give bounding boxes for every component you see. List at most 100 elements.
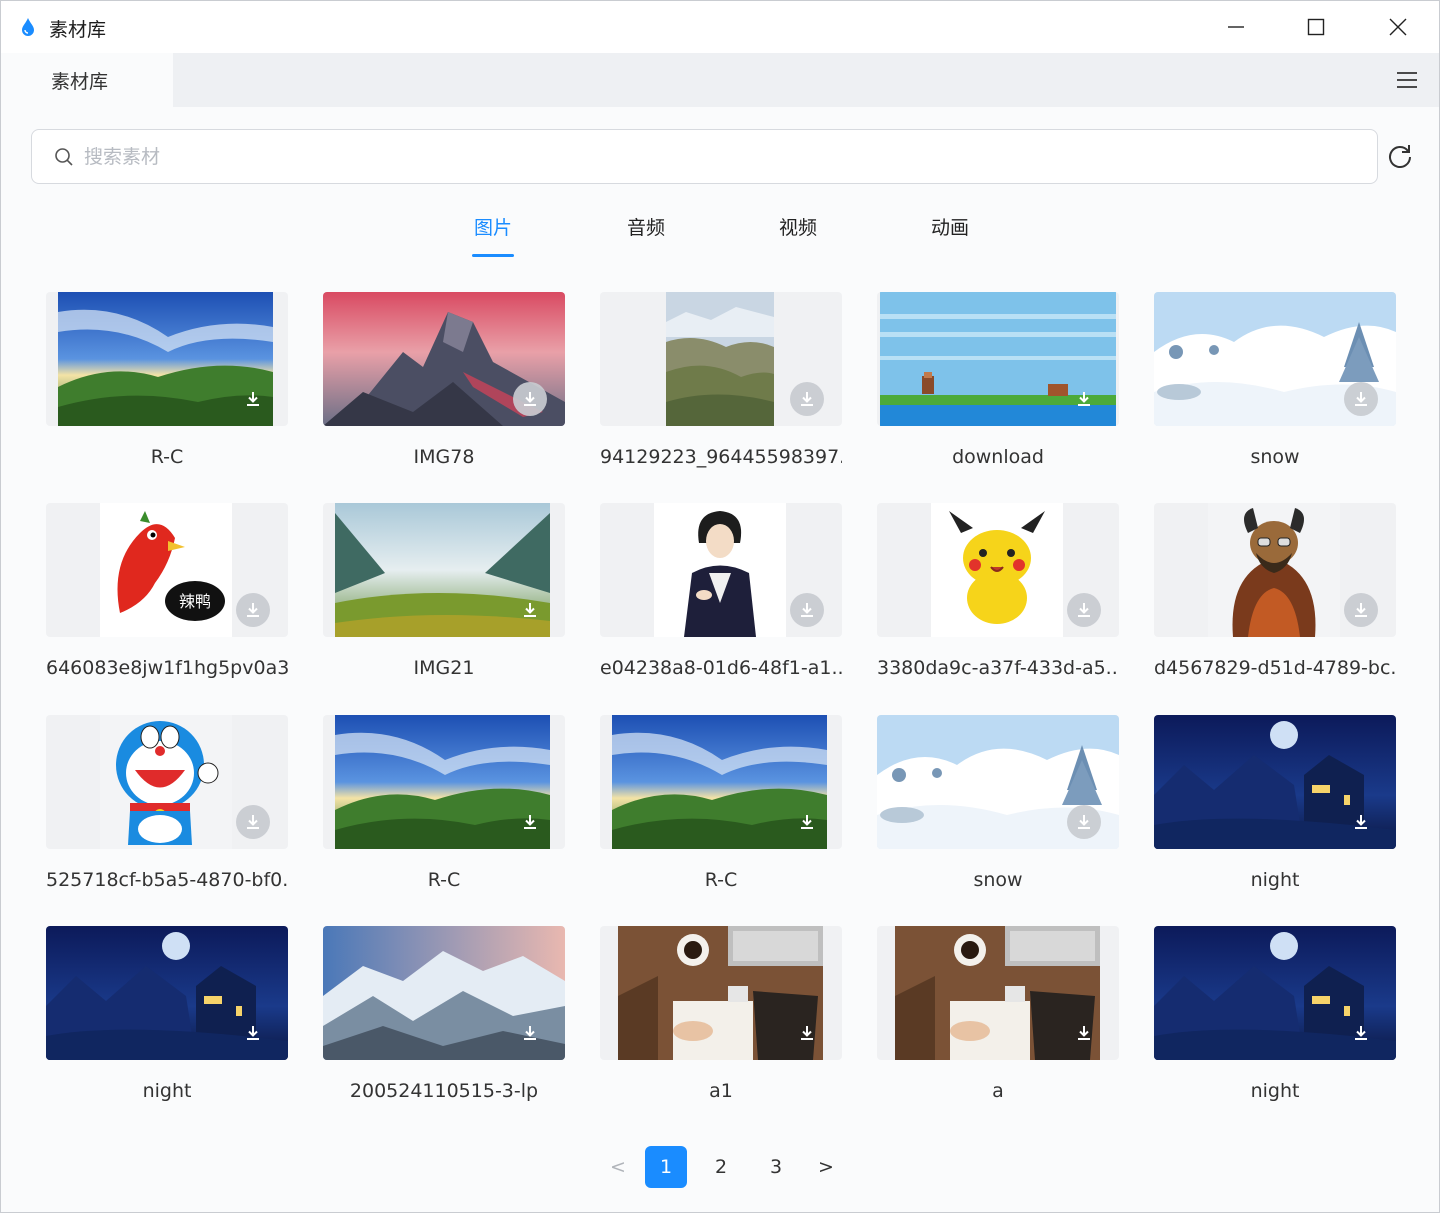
asset-thumbnail[interactable]	[46, 715, 288, 849]
asset-card[interactable]: d4567829-d51d-4789-bc...	[1154, 503, 1396, 681]
thumbnail-image	[654, 503, 786, 637]
thumbnail-image	[666, 292, 774, 426]
asset-thumbnail[interactable]	[323, 926, 565, 1060]
asset-name: R-C	[427, 869, 461, 891]
download-icon	[1355, 1026, 1367, 1040]
next-page-button[interactable]: >	[805, 1146, 847, 1188]
download-button[interactable]	[1067, 382, 1101, 416]
asset-thumbnail[interactable]	[1154, 503, 1396, 637]
page-1-button[interactable]: 1	[645, 1146, 687, 1188]
download-button[interactable]	[1067, 593, 1101, 627]
asset-thumbnail[interactable]	[877, 292, 1119, 426]
asset-thumbnail[interactable]	[877, 926, 1119, 1060]
asset-thumbnail[interactable]	[1154, 715, 1396, 849]
close-button[interactable]	[1358, 1, 1438, 53]
download-button[interactable]	[790, 1016, 824, 1050]
download-button[interactable]	[236, 805, 270, 839]
tab-video[interactable]: 视频	[776, 213, 820, 257]
maximize-icon	[1307, 18, 1325, 36]
asset-thumbnail[interactable]	[1154, 292, 1396, 426]
tab-animation-label: 动画	[930, 217, 969, 239]
asset-card[interactable]: night	[1154, 926, 1396, 1104]
asset-card[interactable]: R-C	[46, 292, 288, 470]
download-button[interactable]	[790, 382, 824, 416]
download-button[interactable]	[236, 382, 270, 416]
download-button[interactable]	[236, 593, 270, 627]
asset-card[interactable]: IMG21	[323, 503, 565, 681]
asset-card[interactable]: R-C	[600, 715, 842, 893]
asset-card[interactable]: a1	[600, 926, 842, 1104]
asset-thumbnail[interactable]	[600, 503, 842, 637]
download-button[interactable]	[513, 382, 547, 416]
asset-card[interactable]: 94129223_96445598397...	[600, 292, 842, 470]
search-input[interactable]	[84, 138, 1354, 175]
library-tab[interactable]: 素材库	[1, 53, 173, 107]
asset-card[interactable]: a	[877, 926, 1119, 1104]
asset-card[interactable]: e04238a8-01d6-48f1-a1...	[600, 503, 842, 681]
thumbnail-image	[931, 503, 1063, 637]
search-box	[31, 129, 1378, 184]
asset-thumbnail[interactable]	[323, 503, 565, 637]
asset-thumbnail[interactable]	[600, 715, 842, 849]
asset-thumbnail[interactable]	[323, 292, 565, 426]
minimize-button[interactable]	[1196, 1, 1276, 53]
asset-thumbnail[interactable]: 辣鸭	[46, 503, 288, 637]
download-button[interactable]	[1344, 805, 1378, 839]
download-button[interactable]	[790, 593, 824, 627]
download-icon	[1078, 815, 1090, 829]
download-icon	[801, 392, 813, 406]
asset-thumbnail[interactable]	[1154, 926, 1396, 1060]
download-icon	[524, 392, 536, 406]
asset-thumbnail[interactable]	[600, 926, 842, 1060]
asset-card[interactable]: IMG78	[323, 292, 565, 470]
download-button[interactable]	[236, 1016, 270, 1050]
asset-name: a1	[709, 1080, 733, 1102]
app-window: 素材库 素材库 图片 音频	[0, 0, 1440, 1213]
asset-name: IMG78	[413, 446, 475, 468]
asset-name: 525718cf-b5a5-4870-bf0...	[46, 869, 288, 891]
asset-card[interactable]: 辣鸭 646083e8jw1f1hg5pv0a3...	[46, 503, 288, 681]
thumbnail-image: 辣鸭	[100, 503, 232, 637]
download-icon	[1078, 392, 1090, 406]
asset-name: 3380da9c-a37f-433d-a5...	[877, 657, 1119, 679]
tab-images-label: 图片	[473, 217, 512, 239]
asset-card[interactable]: 200524110515-3-lp	[323, 926, 565, 1104]
download-button[interactable]	[1067, 1016, 1101, 1050]
menu-button[interactable]	[1389, 66, 1425, 94]
refresh-button[interactable]	[1385, 141, 1415, 171]
download-button[interactable]	[513, 1016, 547, 1050]
download-button[interactable]	[1067, 805, 1101, 839]
active-tab-indicator	[472, 254, 514, 257]
asset-card[interactable]: snow	[877, 715, 1119, 893]
asset-card[interactable]: snow	[1154, 292, 1396, 470]
asset-thumbnail[interactable]	[46, 292, 288, 426]
prev-page-button[interactable]: <	[597, 1146, 639, 1188]
download-icon	[247, 603, 259, 617]
asset-card[interactable]: 525718cf-b5a5-4870-bf0...	[46, 715, 288, 893]
asset-thumbnail[interactable]	[323, 715, 565, 849]
download-button[interactable]	[790, 805, 824, 839]
asset-thumbnail[interactable]	[877, 503, 1119, 637]
asset-thumbnail[interactable]	[877, 715, 1119, 849]
download-button[interactable]	[1344, 593, 1378, 627]
page-2-button[interactable]: 2	[700, 1146, 742, 1188]
download-button[interactable]	[513, 805, 547, 839]
download-button[interactable]	[513, 593, 547, 627]
tab-animation[interactable]: 动画	[928, 213, 972, 257]
asset-card[interactable]: 3380da9c-a37f-433d-a5...	[877, 503, 1119, 681]
download-icon	[801, 815, 813, 829]
download-button[interactable]	[1344, 382, 1378, 416]
window-title: 素材库	[49, 19, 107, 41]
page-3-button[interactable]: 3	[755, 1146, 797, 1188]
tab-audio[interactable]: 音频	[624, 213, 668, 257]
asset-card[interactable]: download	[877, 292, 1119, 470]
download-button[interactable]	[1344, 1016, 1378, 1050]
asset-thumbnail[interactable]	[600, 292, 842, 426]
asset-card[interactable]: night	[1154, 715, 1396, 893]
asset-card[interactable]: R-C	[323, 715, 565, 893]
maximize-button[interactable]	[1276, 1, 1356, 53]
asset-card[interactable]: night	[46, 926, 288, 1104]
tab-images[interactable]: 图片	[472, 213, 514, 257]
asset-thumbnail[interactable]	[46, 926, 288, 1060]
title-bar: 素材库	[1, 1, 1439, 53]
